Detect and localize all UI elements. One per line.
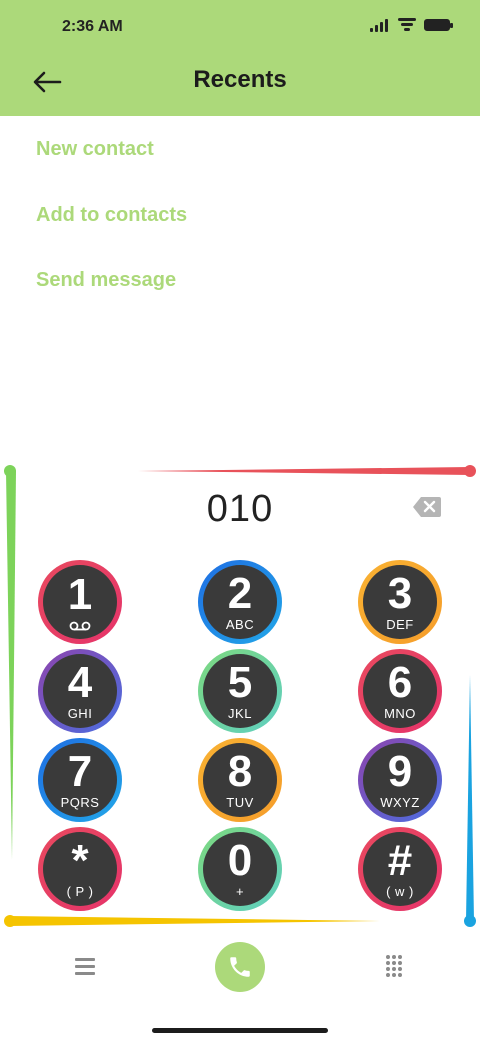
key-face: 2 ABC [203, 565, 277, 639]
add-to-contacts-option[interactable]: Add to contacts [36, 204, 187, 227]
key-letters: PQRS [60, 795, 100, 810]
frame-top-line [138, 467, 470, 475]
key-face: 7 PQRS [43, 743, 117, 817]
key-letters: WXYZ [380, 795, 420, 810]
key-letters: ABC [225, 617, 255, 632]
frame-right-dot [464, 915, 476, 927]
home-indicator [152, 1028, 328, 1033]
key-2[interactable]: 2 ABC [198, 560, 282, 644]
key-face: 4 GHI [43, 654, 117, 728]
key-digit: 4 [67, 658, 93, 707]
key-7[interactable]: 7 PQRS [38, 738, 122, 822]
key-hash[interactable]: #( w ) [358, 827, 442, 911]
key-digit: 3 [387, 569, 413, 618]
key-digit: 5 [227, 658, 253, 707]
key-0[interactable]: 0 + [198, 827, 282, 911]
key-digit: 2 [227, 569, 253, 618]
frame-top-dot [464, 465, 476, 477]
frame-bottom-line [10, 916, 380, 926]
key-face: 8 TUV [203, 743, 277, 817]
send-message-option[interactable]: Send message [36, 269, 176, 292]
key-digit: 1 [67, 570, 93, 619]
key-3[interactable]: 3 DEF [358, 560, 442, 644]
key-4[interactable]: 4 GHI [38, 649, 122, 733]
voicemail-icon [69, 621, 91, 631]
key-8[interactable]: 8 TUV [198, 738, 282, 822]
key-9[interactable]: 9 WXYZ [358, 738, 442, 822]
backspace-icon[interactable] [412, 496, 442, 518]
key-letters: ( w ) [386, 884, 414, 899]
dialpad-grid-icon[interactable] [386, 955, 404, 977]
key-letters: JKL [228, 706, 252, 721]
key-digit: 0 [227, 836, 253, 885]
status-time: 2:36 AM [62, 18, 123, 35]
key-digit: 6 [387, 658, 413, 707]
call-button[interactable] [215, 942, 265, 992]
signal-icon [370, 18, 390, 32]
key-digit: 8 [227, 747, 253, 796]
key-face: 5 JKL [203, 654, 277, 728]
key-6[interactable]: 6 MNO [358, 649, 442, 733]
key-letters: TUV [226, 795, 254, 810]
app-header: 2:36 AM Recents [0, 0, 480, 116]
frame-bottom-dot [4, 915, 16, 927]
phone-icon [230, 957, 250, 977]
key-letters: DEF [386, 617, 414, 632]
page-title: Recents [193, 66, 287, 93]
key-letters: GHI [67, 706, 93, 721]
new-contact-option[interactable]: New contact [36, 138, 154, 161]
battery-icon [424, 19, 453, 31]
key-face: 6 MNO [363, 654, 437, 728]
menu-icon[interactable] [75, 958, 95, 976]
key-face: *( P ) [43, 832, 117, 906]
key-letters: MNO [384, 706, 416, 721]
status-icons [370, 18, 453, 32]
key-face: 9 WXYZ [363, 743, 437, 817]
key-5[interactable]: 5 JKL [198, 649, 282, 733]
key-letters: + [235, 884, 245, 899]
key-1[interactable]: 1 [38, 560, 122, 644]
key-face: #( w ) [363, 832, 437, 906]
key-digit: * [71, 836, 89, 885]
key-face: 1 [43, 565, 117, 639]
key-face: 3 DEF [363, 565, 437, 639]
frame-left-dot [4, 465, 16, 477]
dialed-number: 010 [206, 488, 274, 530]
wifi-icon [398, 18, 416, 31]
frame-right-line [466, 675, 474, 921]
key-star[interactable]: *( P ) [38, 827, 122, 911]
key-letters: ( P ) [66, 884, 94, 899]
key-digit: 7 [67, 747, 93, 796]
key-digit: 9 [387, 747, 413, 796]
key-digit: # [387, 836, 413, 885]
key-face: 0 + [203, 832, 277, 906]
